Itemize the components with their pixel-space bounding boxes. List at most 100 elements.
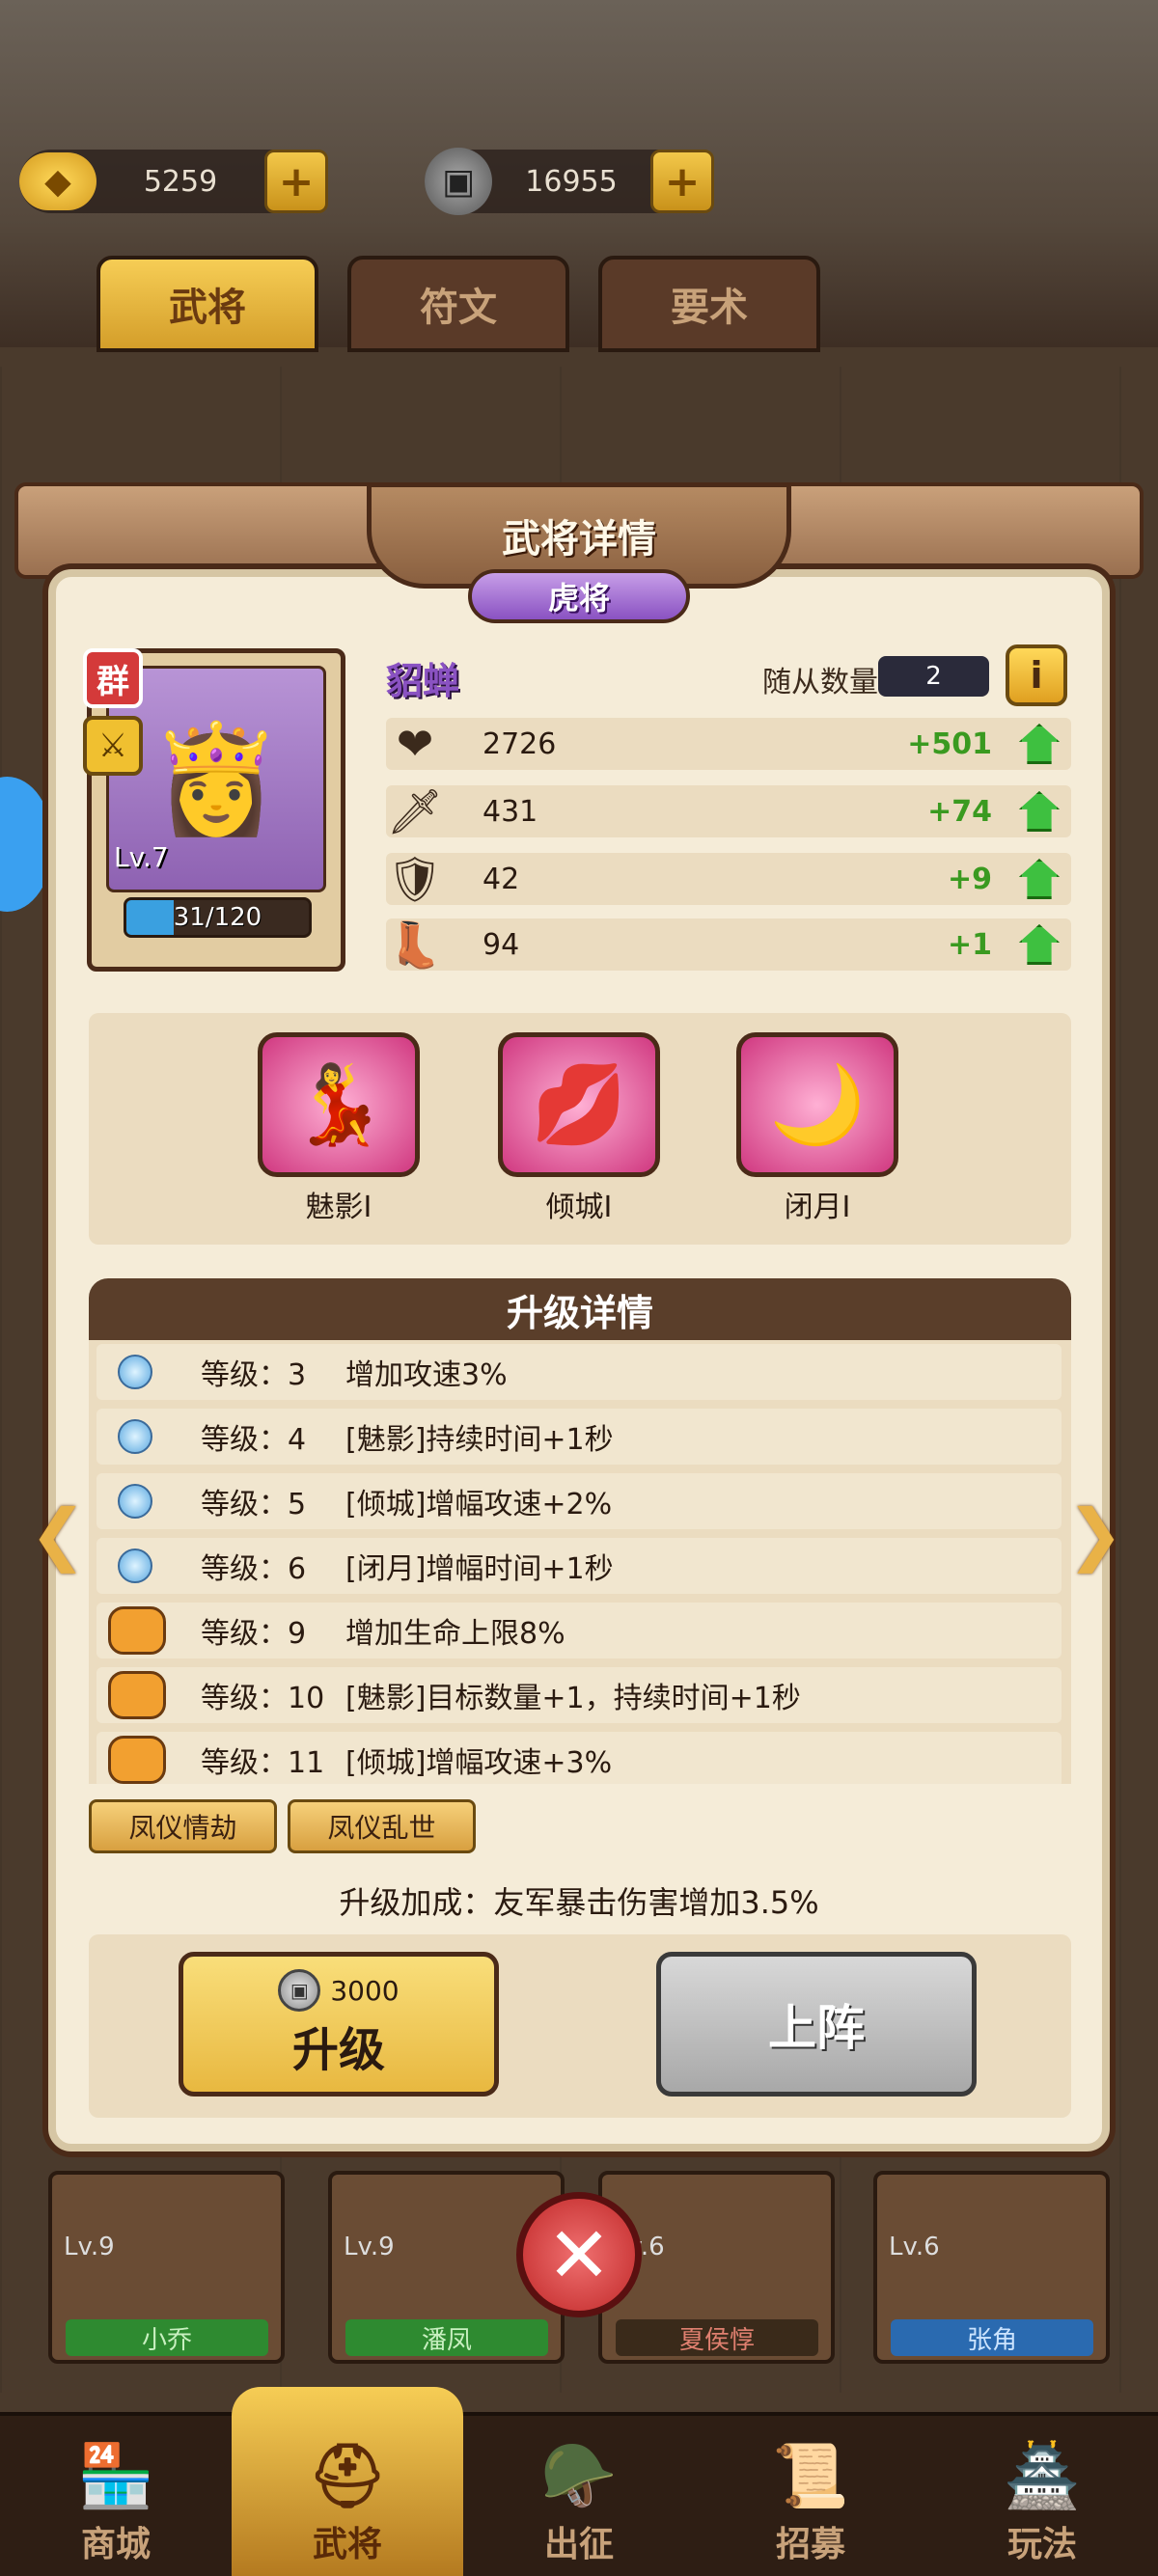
bg-card-level: Lv.9 bbox=[64, 2233, 115, 2261]
next-hero-arrow-icon[interactable]: ❯ bbox=[1062, 1494, 1129, 1574]
skill-name: 魅影Ⅰ bbox=[305, 1191, 372, 1224]
bg-card-name: 张角 bbox=[891, 2319, 1093, 2356]
upgrade-desc: [倾城]增幅攻速+2% bbox=[345, 1488, 613, 1521]
bottom-nav: 🏪 商城 ⛑ 武将 🪖 出征 📜 招募 🏯 玩法 bbox=[0, 2387, 1158, 2576]
hero-level: Lv.7 bbox=[114, 841, 169, 873]
scroll-icon: 📜 bbox=[772, 2441, 849, 2512]
list-item: 等级：6 [闭月]增幅时间+1秒 bbox=[96, 1538, 1062, 1594]
faction-badge: 群 bbox=[83, 648, 143, 708]
skill-slot[interactable]: 💃 魅影Ⅰ bbox=[257, 1032, 421, 1225]
skill-slot[interactable]: 🌙 闭月Ⅰ bbox=[735, 1032, 899, 1225]
bg-card-name: 小乔 bbox=[66, 2319, 268, 2356]
upgrade-bonus-text: 升级加成：友军暴击伤害增加3.5% bbox=[339, 1884, 819, 1921]
nav-label: 玩法 bbox=[1006, 2525, 1077, 2564]
orb-icon bbox=[118, 1548, 152, 1583]
nav-label: 招募 bbox=[775, 2525, 845, 2564]
nav-label: 商城 bbox=[80, 2525, 151, 2564]
upgrade-level: 等级：10 bbox=[201, 1682, 325, 1715]
skill-shadow-icon: 💃 bbox=[258, 1032, 420, 1177]
list-item: 等级：9 增加生命上限8% bbox=[96, 1603, 1062, 1658]
rank-badge: 虎将 bbox=[468, 569, 690, 623]
coin-icon: ▣ bbox=[278, 1969, 321, 2012]
tab-runes[interactable]: 符文 bbox=[347, 256, 569, 352]
list-item: 等级：10 [魅影]目标数量+1，持续时间+1秒 bbox=[96, 1667, 1062, 1723]
skill-lips-icon: 💋 bbox=[498, 1032, 660, 1177]
upgrade-desc: [魅影]目标数量+1，持续时间+1秒 bbox=[345, 1682, 801, 1715]
stat-up-arrow-icon bbox=[1019, 791, 1060, 832]
sword-icon: 🗡 bbox=[386, 784, 444, 837]
top-tabs: 武将 符文 要术 bbox=[96, 256, 820, 352]
tag-button-2[interactable]: 凤仪乱世 bbox=[288, 1799, 476, 1853]
coin-value: 16955 bbox=[525, 164, 618, 199]
list-item: 等级：3 增加攻速3% bbox=[96, 1344, 1062, 1400]
tab-heroes[interactable]: 武将 bbox=[96, 256, 318, 352]
upgrade-desc: [魅影]持续时间+1秒 bbox=[345, 1423, 614, 1457]
skill-name: 倾城Ⅰ bbox=[545, 1191, 613, 1224]
stat-bonus: +9 bbox=[947, 862, 992, 896]
bg-card-level: Lv.6 bbox=[889, 2233, 940, 2261]
exp-text: 31/120 bbox=[173, 903, 262, 932]
stat-value: 2726 bbox=[482, 726, 557, 761]
coin-icon: ▣ bbox=[425, 148, 492, 215]
nav-gameplay[interactable]: 🏯 玩法 bbox=[926, 2416, 1158, 2576]
skill-moon-icon: 🌙 bbox=[736, 1032, 898, 1177]
bg-card-name: 潘凤 bbox=[345, 2319, 548, 2356]
upgrade-level: 等级：4 bbox=[201, 1423, 307, 1457]
upgrade-details-list[interactable]: 等级：3 增加攻速3% 等级：4 [魅影]持续时间+1秒 等级：5 [倾城]增幅… bbox=[89, 1340, 1071, 1784]
close-icon[interactable]: ✕ bbox=[516, 2192, 642, 2317]
skill-name: 闭月Ⅰ bbox=[784, 1191, 851, 1224]
warrior-icon: 🪖 bbox=[540, 2441, 618, 2512]
deploy-button[interactable]: 上阵 bbox=[656, 1952, 977, 2096]
shield-icon: 🛡 bbox=[386, 852, 444, 905]
gold-ingot-icon: ◆ bbox=[19, 152, 96, 210]
chest-icon bbox=[108, 1736, 166, 1784]
follower-count: 2 bbox=[878, 656, 989, 697]
upgrade-cost: ▣ 3000 bbox=[278, 1969, 400, 2012]
upgrade-desc: 增加生命上限8% bbox=[345, 1617, 565, 1651]
stat-row-speed: 👢 94 +1 bbox=[386, 918, 1071, 971]
bg-hero-card[interactable]: Lv.9 小乔 bbox=[48, 2171, 285, 2364]
list-item: 等级：4 [魅影]持续时间+1秒 bbox=[96, 1409, 1062, 1465]
tag-button-1[interactable]: 凤仪情劫 bbox=[89, 1799, 277, 1853]
stat-value: 42 bbox=[482, 862, 520, 896]
orb-icon bbox=[118, 1355, 152, 1389]
stat-row-attack: 🗡 431 +74 bbox=[386, 785, 1071, 837]
chest-icon bbox=[108, 1671, 166, 1719]
upgrade-button[interactable]: ▣ 3000 升级 bbox=[179, 1952, 499, 2096]
add-coin-button[interactable]: + bbox=[650, 150, 714, 213]
stat-row-hp: ❤ 2726 +501 bbox=[386, 718, 1071, 770]
upgrade-level: 等级：11 bbox=[201, 1746, 325, 1780]
upgrade-details-header: 升级详情 bbox=[89, 1278, 1071, 1340]
upgrade-level: 等级：3 bbox=[201, 1358, 307, 1392]
orb-icon bbox=[118, 1484, 152, 1519]
nav-recruit[interactable]: 📜 招募 bbox=[695, 2416, 926, 2576]
stat-up-arrow-icon bbox=[1019, 924, 1060, 965]
nav-expedition[interactable]: 🪖 出征 bbox=[463, 2416, 695, 2576]
add-gold-button[interactable]: + bbox=[264, 150, 328, 213]
info-button[interactable]: i bbox=[1006, 644, 1067, 706]
upgrade-level: 等级：5 bbox=[201, 1488, 307, 1521]
stat-value: 431 bbox=[482, 794, 538, 829]
shop-icon: 🏪 bbox=[77, 2441, 154, 2512]
stat-value: 94 bbox=[482, 927, 520, 962]
coin-counter: ▣ 16955 + bbox=[425, 148, 714, 215]
stat-bonus: +501 bbox=[907, 726, 992, 761]
follower-label: 随从数量 bbox=[762, 666, 878, 699]
stat-up-arrow-icon bbox=[1019, 859, 1060, 899]
nav-label: 武将 bbox=[312, 2525, 382, 2564]
nav-heroes[interactable]: ⛑ 武将 bbox=[232, 2387, 463, 2576]
bg-hero-card[interactable]: Lv.6 张角 bbox=[873, 2171, 1110, 2364]
nav-shop[interactable]: 🏪 商城 bbox=[0, 2416, 232, 2576]
bg-card-name: 夏侯惇 bbox=[616, 2319, 818, 2356]
prev-hero-arrow-icon[interactable]: ❮ bbox=[24, 1494, 92, 1574]
list-item: 等级：5 [倾城]增幅攻速+2% bbox=[96, 1473, 1062, 1529]
upgrade-level: 等级：9 bbox=[201, 1617, 307, 1651]
chest-icon bbox=[108, 1606, 166, 1655]
cost-value: 3000 bbox=[330, 1974, 400, 2007]
stat-bonus: +1 bbox=[947, 927, 992, 962]
list-item: 等级：11 [倾城]增幅攻速+3% bbox=[96, 1732, 1062, 1784]
bg-card-level: Lv.9 bbox=[344, 2233, 395, 2261]
skill-slot[interactable]: 💋 倾城Ⅰ bbox=[497, 1032, 661, 1225]
stat-up-arrow-icon bbox=[1019, 724, 1060, 764]
tab-arts[interactable]: 要术 bbox=[598, 256, 820, 352]
